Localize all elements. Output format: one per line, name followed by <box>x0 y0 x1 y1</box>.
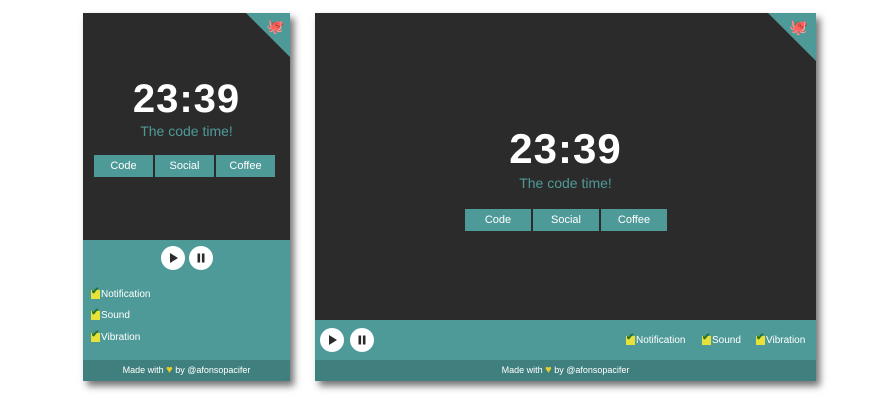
checkmark-icon: ✔ <box>91 307 100 318</box>
footer: Made with ♥ by @afonsopacifer <box>315 360 816 381</box>
notification-option[interactable]: ✔ Notification <box>91 286 151 300</box>
sound-label: Sound <box>101 310 130 321</box>
notification-option[interactable]: ✔ Notification <box>626 332 686 346</box>
code-mode-button[interactable]: Code <box>94 155 153 177</box>
vibration-checkbox[interactable]: ✔ <box>91 329 100 342</box>
sound-checkbox[interactable]: ✔ <box>702 332 711 345</box>
social-mode-button[interactable]: Social <box>155 155 214 177</box>
github-octocat-icon[interactable]: 🐙 <box>789 20 808 35</box>
pause-button[interactable] <box>189 246 213 270</box>
notification-label: Notification <box>101 289 151 300</box>
sound-option[interactable]: ✔ Sound <box>91 307 130 321</box>
checkmark-icon: ✔ <box>756 332 765 343</box>
vibration-label: Vibration <box>101 332 141 343</box>
play-icon <box>329 335 337 345</box>
pause-button[interactable] <box>350 328 374 352</box>
pause-icon <box>358 335 366 345</box>
notification-checkbox[interactable]: ✔ <box>626 332 635 345</box>
pause-icon <box>197 253 205 263</box>
heart-icon: ♥ <box>545 364 552 376</box>
sound-option[interactable]: ✔ Sound <box>702 332 741 346</box>
footer-prefix: Made with <box>501 365 543 375</box>
notification-label: Notification <box>636 335 686 346</box>
code-mode-button[interactable]: Code <box>465 209 531 231</box>
sound-checkbox[interactable]: ✔ <box>91 307 100 320</box>
footer-prefix: Made with <box>122 365 164 375</box>
checkmark-icon: ✔ <box>91 286 100 297</box>
vibration-checkbox[interactable]: ✔ <box>756 332 765 345</box>
social-mode-button[interactable]: Social <box>533 209 599 231</box>
play-button[interactable] <box>161 246 185 270</box>
vibration-option[interactable]: ✔ Vibration <box>756 332 806 346</box>
footer: Made with ♥ by @afonsopacifer <box>83 360 290 381</box>
sound-label: Sound <box>712 335 741 346</box>
coffee-mode-button[interactable]: Coffee <box>601 209 667 231</box>
vibration-label: Vibration <box>766 335 806 346</box>
checkmark-icon: ✔ <box>91 329 100 340</box>
clock-display: 23:39 <box>509 125 622 172</box>
clock-display: 23:39 <box>132 77 241 121</box>
mode-buttons: Code Social Coffee <box>94 155 275 177</box>
play-icon <box>170 253 178 263</box>
checkmark-icon: ✔ <box>626 332 635 343</box>
mobile-screenshot: 🐙 23:39 The code time! Code Social Coffe… <box>83 13 290 381</box>
notification-checkbox[interactable]: ✔ <box>91 286 100 299</box>
desktop-screenshot: 🐙 23:39 The code time! Code Social Coffe… <box>315 13 816 381</box>
heart-icon: ♥ <box>166 364 173 376</box>
mode-subtitle: The code time! <box>519 175 612 191</box>
coffee-mode-button[interactable]: Coffee <box>216 155 275 177</box>
github-octocat-icon[interactable]: 🐙 <box>267 19 284 33</box>
play-button[interactable] <box>320 328 344 352</box>
footer-suffix: by @afonsopacifer <box>175 365 251 375</box>
mode-subtitle: The code time! <box>140 123 233 139</box>
vibration-option[interactable]: ✔ Vibration <box>91 329 141 343</box>
checkmark-icon: ✔ <box>702 332 711 343</box>
mode-buttons: Code Social Coffee <box>465 209 667 231</box>
footer-suffix: by @afonsopacifer <box>554 365 630 375</box>
